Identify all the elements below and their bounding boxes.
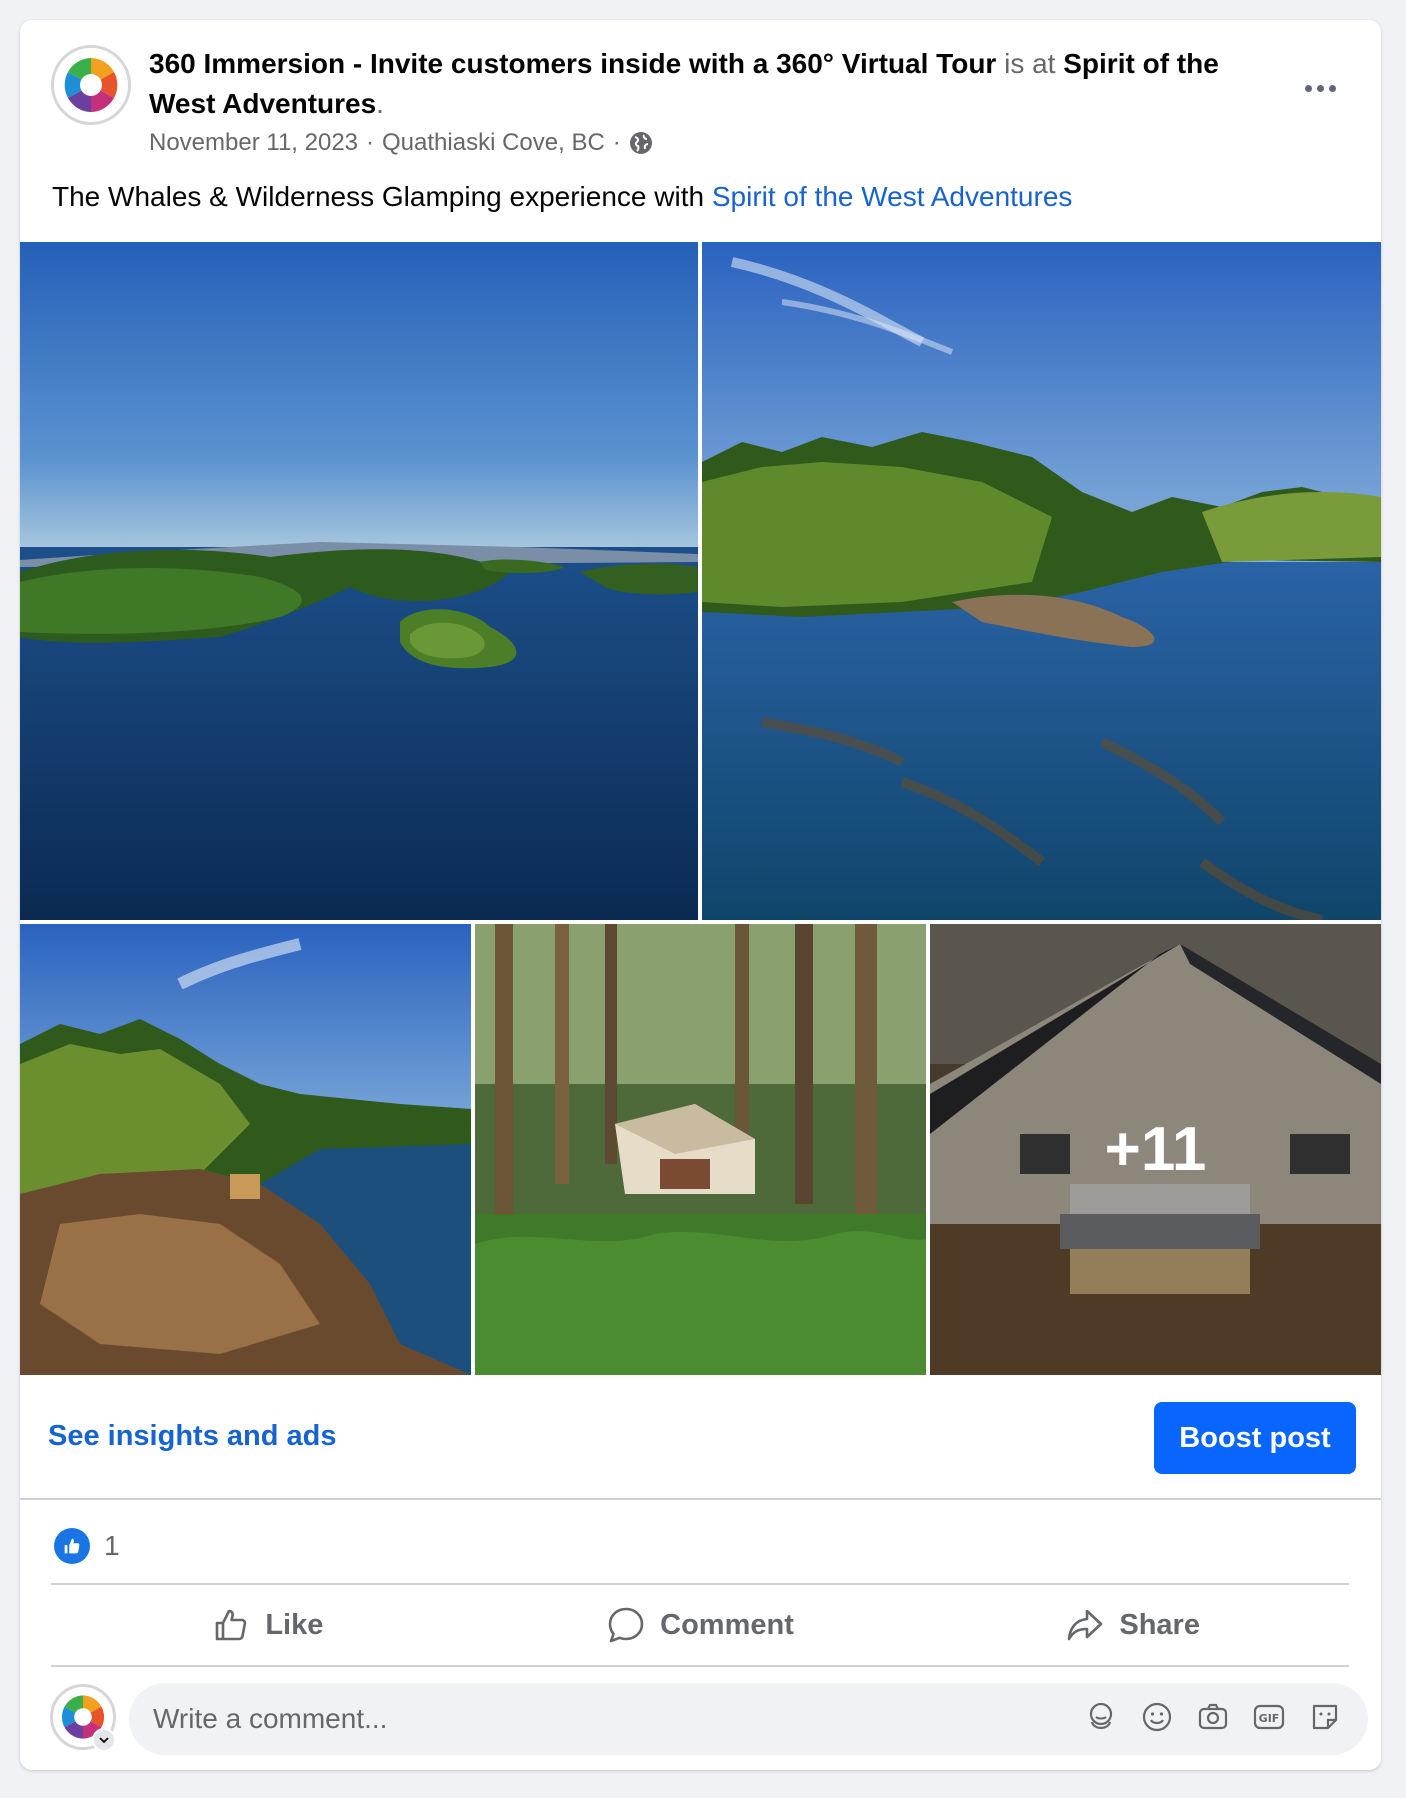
divider <box>20 1498 1381 1500</box>
sticker-icon[interactable] <box>1308 1700 1342 1734</box>
comment-tools: GIF <box>1084 1700 1342 1734</box>
aperture-logo-icon <box>61 55 121 115</box>
share-button[interactable]: Share <box>916 1586 1349 1664</box>
action-bar: Like Comment Share <box>51 1586 1349 1664</box>
camera-icon[interactable] <box>1196 1700 1230 1734</box>
page-avatar[interactable] <box>51 45 131 125</box>
see-insights-link[interactable]: See insights and ads <box>48 1420 336 1453</box>
meta-separator-2: · <box>612 129 621 156</box>
like-label: Like <box>265 1608 324 1641</box>
post-caption: The Whales & Wilderness Glamping experie… <box>52 181 1072 213</box>
divider <box>51 1583 1349 1585</box>
post-date-link[interactable]: November 11, 2023 <box>149 129 358 157</box>
divider <box>51 1665 1349 1667</box>
emoji-icon[interactable] <box>1140 1700 1174 1734</box>
globe-icon[interactable] <box>629 131 653 155</box>
post-header: 360 Immersion - Invite customers inside … <box>20 20 1381 190</box>
reactions-summary[interactable]: 1 <box>54 1528 120 1564</box>
photo-tent-interior[interactable]: +11 <box>930 924 1381 1375</box>
like-button[interactable]: Like <box>51 1586 484 1664</box>
post-meta: November 11, 2023 · Quathiaski Cove, BC … <box>149 129 653 157</box>
gif-icon[interactable]: GIF <box>1252 1700 1286 1734</box>
caption-page-link[interactable]: Spirit of the West Adventures <box>712 181 1073 212</box>
comment-button[interactable]: Comment <box>484 1586 917 1664</box>
is-at-text: is at <box>1004 48 1056 79</box>
author-name-link[interactable]: 360 Immersion - Invite customers inside … <box>149 48 996 79</box>
period-text: . <box>376 88 384 119</box>
meta-separator: · <box>366 129 375 156</box>
comment-label: Comment <box>660 1608 794 1641</box>
post-header-title: 360 Immersion - Invite customers inside … <box>149 44 1269 124</box>
more-photos-count[interactable]: +11 <box>930 924 1381 1375</box>
reaction-count: 1 <box>104 1530 120 1561</box>
chevron-down-icon[interactable] <box>92 1728 116 1752</box>
boost-post-button[interactable]: Boost post <box>1154 1402 1356 1474</box>
like-badge-icon <box>54 1528 90 1564</box>
photo-islands-aerial[interactable] <box>20 242 698 920</box>
photo-rocky-shore[interactable] <box>20 924 471 1375</box>
comment-bubble-icon <box>608 1607 644 1643</box>
avatar-sticker-icon[interactable] <box>1084 1700 1118 1734</box>
post-card: 360 Immersion - Invite customers inside … <box>20 20 1381 1770</box>
share-arrow-icon <box>1068 1609 1103 1641</box>
post-place-link[interactable]: Quathiaski Cove, BC <box>382 129 605 157</box>
photo-forest-tent[interactable] <box>475 924 926 1375</box>
svg-text:GIF: GIF <box>1259 1712 1280 1725</box>
more-options-icon[interactable] <box>1295 68 1345 108</box>
caption-text: The Whales & Wilderness Glamping experie… <box>52 181 705 212</box>
thumbs-up-icon <box>216 1609 247 1641</box>
photo-forested-point[interactable] <box>702 242 1381 920</box>
share-label: Share <box>1119 1608 1200 1641</box>
